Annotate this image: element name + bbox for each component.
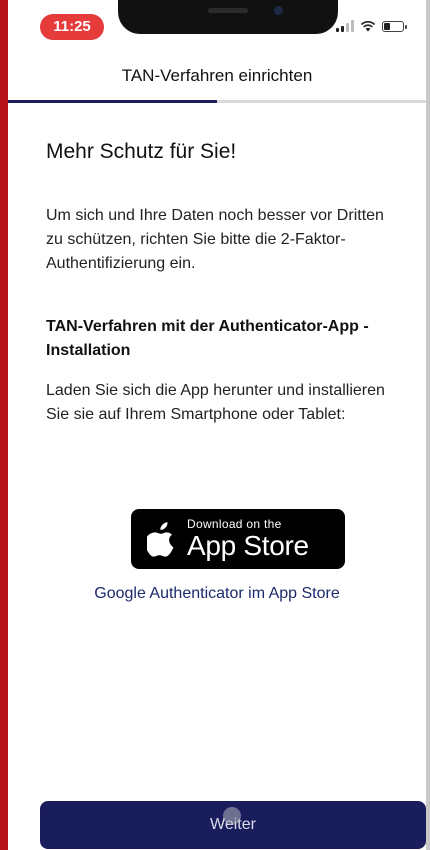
- google-authenticator-link[interactable]: Google Authenticator im App Store: [8, 585, 426, 603]
- device-notch: [118, 0, 338, 34]
- notch-speaker: [208, 8, 248, 13]
- header: TAN-Verfahren einrichten: [8, 46, 426, 100]
- install-instructions: Laden Sie sich die App herunter und inst…: [46, 382, 385, 423]
- app-store-badge-button[interactable]: Download on the App Store: [131, 509, 345, 569]
- intro-text: Um sich und Ihre Daten noch besser vor D…: [46, 207, 384, 272]
- main-heading: Mehr Schutz für Sie!: [46, 140, 237, 163]
- main-content: Mehr Schutz für Sie! Um sich und Ihre Da…: [46, 140, 402, 427]
- touch-indicator: [223, 807, 241, 825]
- status-bar: 11:25: [8, 0, 426, 46]
- apple-icon: [147, 522, 174, 557]
- app-store-badge-text: Download on the App Store: [187, 518, 309, 560]
- signal-icon: [336, 20, 354, 32]
- badge-small-text: Download on the: [187, 517, 282, 531]
- battery-icon: [382, 20, 407, 32]
- status-time: 11:25: [40, 14, 104, 40]
- page-title: TAN-Verfahren einrichten: [121, 66, 313, 85]
- section-heading: TAN-Verfahren mit der Authenticator-App …: [46, 318, 369, 359]
- phone-frame: 11:25 TAN-Verfahren einrichten Mehr Schu…: [0, 0, 430, 850]
- notch-camera: [274, 6, 283, 15]
- wifi-icon: [360, 20, 376, 32]
- status-icons: [336, 20, 407, 32]
- badge-large-text: App Store: [187, 530, 309, 561]
- progress-bar: [8, 100, 426, 103]
- progress-fill: [8, 100, 217, 103]
